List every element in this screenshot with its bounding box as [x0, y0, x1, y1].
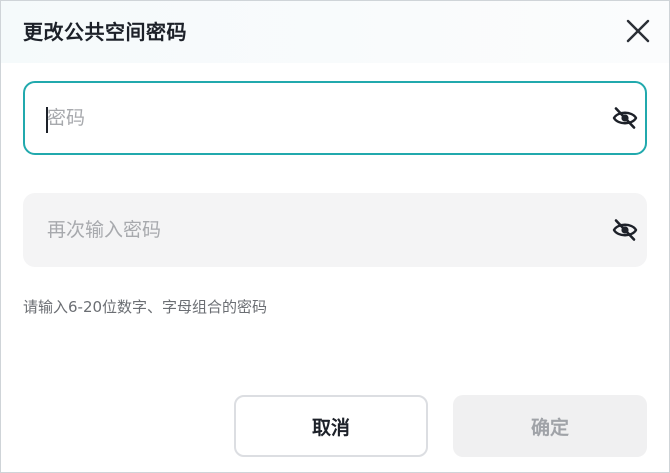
confirm-password-input[interactable] [47, 193, 587, 267]
eye-off-icon [612, 219, 638, 241]
password-dialog: 更改公共空间密码 请输入6-20位数字、字母组合的密码 取消 确定 [0, 0, 670, 473]
dialog-header: 更改公共空间密码 [1, 1, 669, 63]
text-caret [46, 107, 48, 133]
confirm-password-field [23, 193, 647, 267]
password-input[interactable] [47, 83, 587, 153]
cancel-button[interactable]: 取消 [234, 395, 428, 457]
dialog-title: 更改公共空间密码 [23, 20, 187, 44]
confirm-button[interactable]: 确定 [453, 395, 647, 457]
password-hint: 请输入6-20位数字、字母组合的密码 [23, 298, 268, 316]
password-field [23, 81, 647, 155]
close-button[interactable] [623, 16, 653, 46]
eye-off-icon [612, 107, 638, 129]
confirm-visibility-toggle[interactable] [612, 217, 638, 243]
password-visibility-toggle[interactable] [612, 105, 638, 131]
close-icon [626, 19, 650, 43]
